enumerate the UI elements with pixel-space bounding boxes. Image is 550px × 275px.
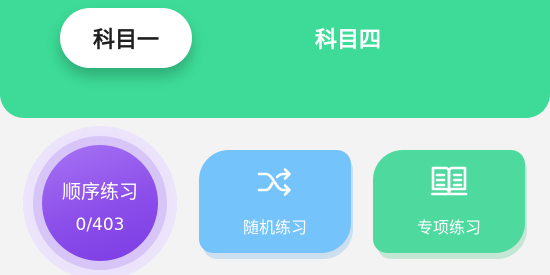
special-practice-card[interactable]: 专项练习 bbox=[373, 150, 525, 253]
random-practice-card[interactable]: 随机练习 bbox=[199, 150, 351, 253]
shuffle-icon bbox=[257, 168, 291, 196]
sequential-practice-button[interactable]: 顺序练习 0/403 bbox=[42, 145, 158, 261]
special-practice-label: 专项练习 bbox=[416, 218, 481, 237]
tab-subject-four[interactable]: 科目四 bbox=[282, 8, 414, 68]
sequential-practice-label: 顺序练习 bbox=[61, 181, 138, 203]
sequential-progress-count: 0/403 bbox=[75, 215, 125, 235]
random-practice-label: 随机练习 bbox=[242, 218, 307, 237]
subject-header: 科目一 科目四 bbox=[0, 0, 550, 118]
tab-subject-one[interactable]: 科目一 bbox=[60, 8, 192, 68]
book-icon bbox=[430, 166, 468, 196]
